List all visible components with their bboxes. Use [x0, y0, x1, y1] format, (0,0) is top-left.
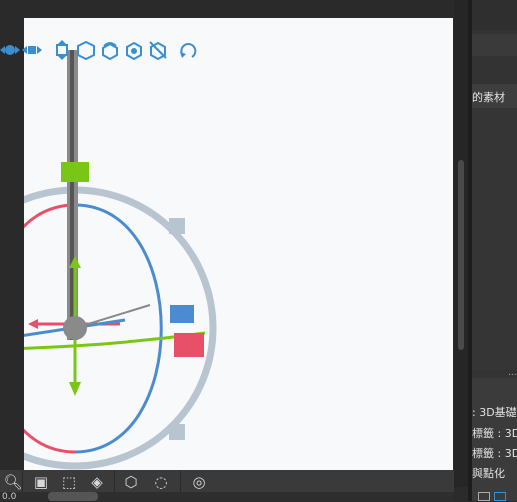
list-item[interactable]: 與點化	[472, 465, 505, 481]
reset-rotation-icon[interactable]	[178, 40, 198, 60]
gizmo-center	[63, 316, 87, 340]
material-list[interactable]: : 3D基礎 標籤 : 3D 標籤 : 3D 與點化	[472, 378, 517, 501]
canvas-vertical-scrollbar[interactable]	[454, 0, 468, 487]
left-dock	[0, 0, 24, 501]
panel-header	[472, 0, 517, 30]
panel-tab-row[interactable]	[472, 34, 517, 56]
frame-select-icon[interactable]: ⬚	[56, 470, 82, 494]
top-strip	[0, 0, 517, 18]
grid-view-icon[interactable]	[494, 492, 506, 501]
fit-view-icon[interactable]	[148, 40, 168, 61]
list-item[interactable]: : 3D基礎	[472, 404, 517, 420]
y-move-handle	[61, 162, 89, 182]
z-rotation-ring	[74, 203, 163, 454]
ring-handle-bottom	[169, 424, 185, 440]
materials-icon[interactable]: ⬡	[118, 470, 144, 494]
move-arrows-icon[interactable]	[22, 40, 42, 60]
pose-icon[interactable]: ◌	[148, 470, 174, 494]
move-pan-icon[interactable]	[0, 40, 20, 60]
z-scale-handle	[170, 305, 194, 323]
globe-grid-icon[interactable]: ◎	[186, 470, 212, 494]
list-item[interactable]: 標籤 : 3D	[472, 425, 517, 441]
scale-object-icon[interactable]	[124, 40, 144, 61]
move-object-icon[interactable]	[76, 40, 96, 61]
list-view-icon[interactable]	[478, 492, 490, 501]
materials-panel: 的素材 ... : 3D基礎 標籤 : 3D 標籤 : 3D 與點化	[472, 0, 517, 501]
3d-gizmo[interactable]	[24, 18, 453, 470]
camera-icon[interactable]: ▣	[28, 470, 54, 494]
material-tree[interactable]	[472, 108, 517, 370]
rotate-object-icon[interactable]	[100, 40, 120, 61]
more-indicator: ...	[508, 368, 517, 378]
ring-handle-top	[169, 218, 185, 234]
x-scale-handle	[174, 333, 204, 357]
materials-tab[interactable]: 的素材	[472, 84, 517, 108]
materials-tab-label: 的素材	[472, 91, 505, 104]
object-list-icon[interactable]: ◈	[84, 470, 110, 494]
rotate-cube-icon[interactable]	[52, 40, 72, 60]
canvas-area[interactable]	[24, 18, 453, 470]
zoom-slider[interactable]	[48, 492, 98, 501]
list-item[interactable]: 標籤 : 3D	[472, 445, 517, 461]
